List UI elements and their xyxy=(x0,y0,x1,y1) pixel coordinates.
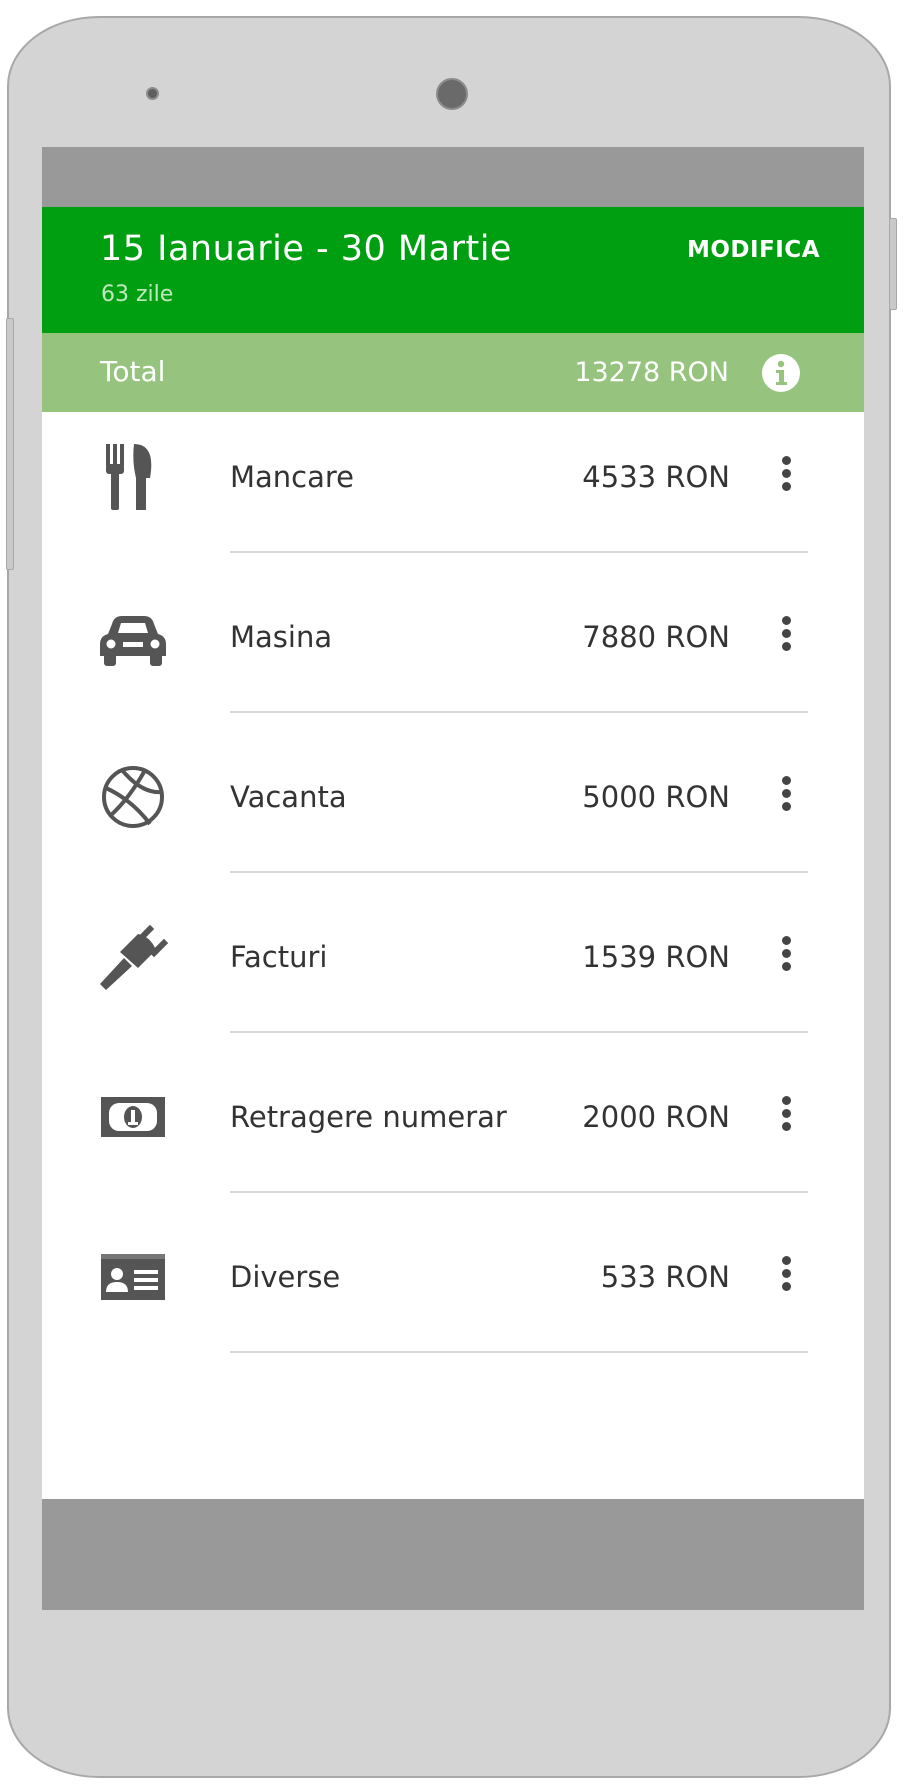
navigation-bar xyxy=(42,1499,864,1610)
category-row-masina[interactable]: Masina 7880 RON xyxy=(42,572,864,732)
more-options-icon[interactable] xyxy=(774,613,798,659)
category-amount: 533 RON xyxy=(600,1260,730,1294)
total-amount: 13278 RON xyxy=(574,357,729,388)
status-bar xyxy=(42,147,864,207)
category-amount: 4533 RON xyxy=(582,460,730,494)
category-amount: 2000 RON xyxy=(582,1100,730,1134)
car-icon xyxy=(98,602,168,672)
category-row-retragere-numerar[interactable]: Retragere numerar 2000 RON xyxy=(42,1052,864,1212)
period-title: 15 Ianuarie - 30 Martie xyxy=(100,229,512,269)
category-label: Retragere numerar xyxy=(230,1100,507,1134)
category-amount: 5000 RON xyxy=(582,780,730,814)
more-options-icon[interactable] xyxy=(774,1093,798,1139)
cutlery-icon xyxy=(98,442,168,512)
category-row-diverse[interactable]: Diverse 533 RON xyxy=(42,1212,864,1372)
phone-screen: 15 Ianuarie - 30 Martie 63 zile MODIFICA… xyxy=(42,147,864,1499)
row-divider xyxy=(230,1191,808,1193)
row-divider xyxy=(230,1351,808,1353)
modify-button[interactable]: MODIFICA xyxy=(687,237,820,263)
banknote-icon xyxy=(98,1082,168,1152)
row-divider xyxy=(230,1031,808,1033)
row-divider xyxy=(230,551,808,553)
id-card-icon xyxy=(98,1242,168,1312)
category-label: Masina xyxy=(230,620,333,654)
volume-button xyxy=(889,218,897,310)
speaker-dot xyxy=(146,87,159,100)
category-row-vacanta[interactable]: Vacanta 5000 RON xyxy=(42,732,864,892)
ball-icon xyxy=(98,762,168,832)
category-label: Facturi xyxy=(230,940,328,974)
more-options-icon[interactable] xyxy=(774,1253,798,1299)
plug-icon xyxy=(98,922,168,992)
category-amount: 1539 RON xyxy=(582,940,730,974)
category-amount: 7880 RON xyxy=(582,620,730,654)
category-label: Vacanta xyxy=(230,780,347,814)
category-label: Diverse xyxy=(230,1260,341,1294)
total-label: Total xyxy=(100,355,166,388)
more-options-icon[interactable] xyxy=(774,773,798,819)
row-divider xyxy=(230,711,808,713)
days-count: 63 zile xyxy=(101,282,174,307)
side-button xyxy=(6,318,14,570)
more-options-icon[interactable] xyxy=(774,453,798,499)
total-bar: Total 13278 RON xyxy=(42,333,864,412)
category-row-facturi[interactable]: Facturi 1539 RON xyxy=(42,892,864,1052)
info-icon[interactable] xyxy=(761,353,801,393)
category-list: Mancare 4533 RON Masina 7880 RON Vacanta… xyxy=(42,412,864,1372)
more-options-icon[interactable] xyxy=(774,933,798,979)
front-camera xyxy=(436,78,468,110)
category-row-mancare[interactable]: Mancare 4533 RON xyxy=(42,412,864,572)
app-header: 15 Ianuarie - 30 Martie 63 zile MODIFICA xyxy=(42,207,864,333)
row-divider xyxy=(230,871,808,873)
category-label: Mancare xyxy=(230,460,355,494)
